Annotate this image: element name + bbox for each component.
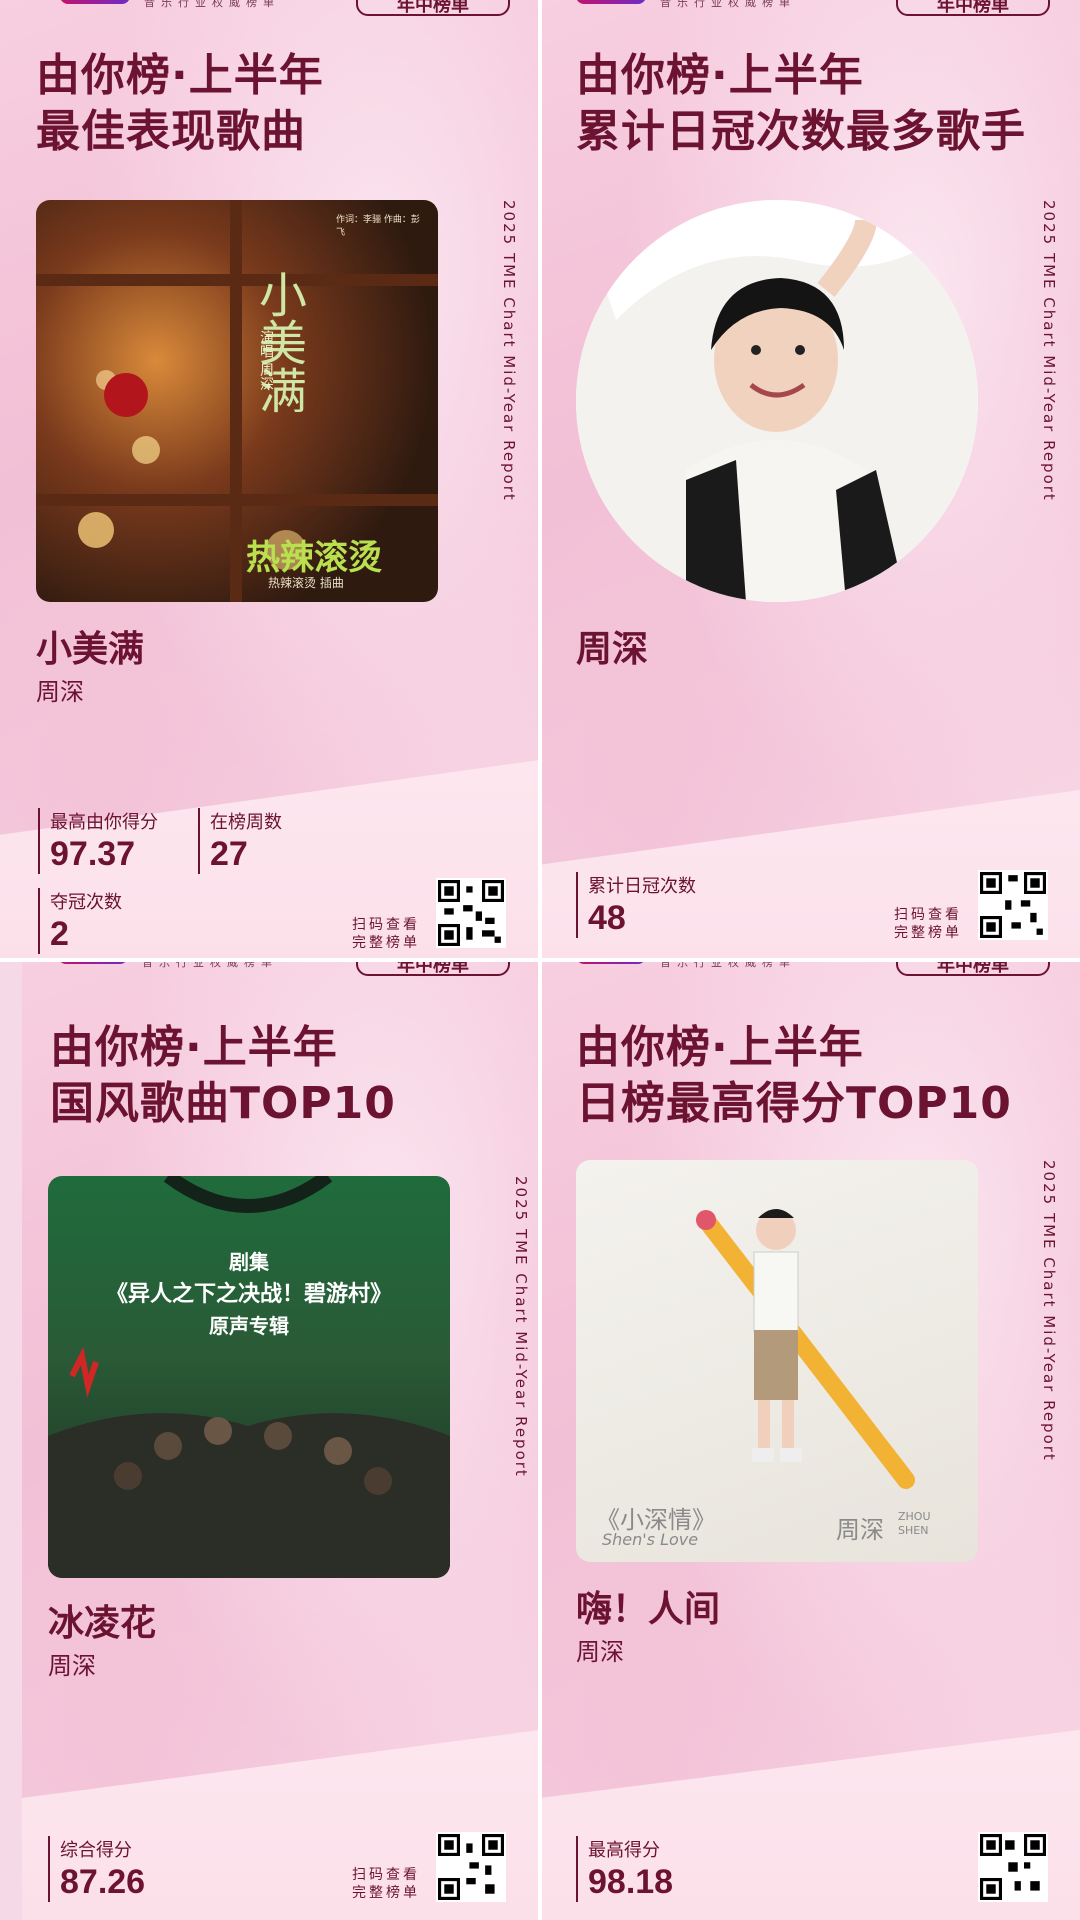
mid-year-tag: 年中榜单 bbox=[896, 960, 1050, 976]
art-film-title: 热辣滚烫 bbox=[246, 538, 382, 578]
scan-line-1: 扫码查看 bbox=[352, 917, 420, 933]
title-line-2: 国风歌曲TOP10 bbox=[50, 1078, 396, 1129]
chart-card-guofeng: 音乐行业权威榜单 年中榜单 由你榜·上半年 国风歌曲TOP10 2025 TME… bbox=[22, 960, 540, 1920]
song-title: 冰凌花 bbox=[48, 1603, 157, 1644]
mid-year-tag: 年中榜单 bbox=[356, 0, 510, 16]
qr-code[interactable] bbox=[436, 878, 506, 948]
stat-daily-wins: 累计日冠次数 48 bbox=[576, 872, 696, 938]
artist-name: 周深 bbox=[36, 678, 84, 706]
artist-photo bbox=[576, 200, 978, 602]
scan-hint: 扫码查看 完整榜单 bbox=[352, 916, 420, 952]
brand-logo: 音乐行业权威榜单 bbox=[60, 0, 280, 12]
album-artist-en: ZHOU SHEN bbox=[898, 1510, 931, 1537]
mid-year-tag: 年中榜单 bbox=[356, 960, 510, 976]
scan-line-1: 扫码查看 bbox=[352, 1867, 420, 1883]
album-cover: 剧集 《异人之下之决战！碧游村》 原声专辑 bbox=[48, 1176, 450, 1578]
stat-label: 在榜周数 bbox=[210, 812, 282, 833]
qr-code-icon bbox=[980, 1834, 1046, 1900]
logo-subtitle: 音乐行业权威榜单 bbox=[660, 0, 796, 9]
report-label: 2025 TME Chart Mid-Year Report bbox=[1040, 200, 1058, 502]
title-line-2: 累计日冠次数最多歌手 bbox=[576, 106, 1026, 157]
album-title-en: Shen's Love bbox=[602, 1530, 699, 1549]
stat-best-score: 最高由你得分 97.37 bbox=[38, 808, 158, 874]
stat-label: 累计日冠次数 bbox=[588, 876, 696, 897]
scan-line-1: 扫码查看 bbox=[894, 907, 962, 923]
qr-code[interactable] bbox=[978, 870, 1048, 940]
artist-portrait-icon bbox=[576, 200, 978, 602]
art-film-sub: 热辣滚烫 插曲 bbox=[268, 576, 344, 590]
logo-mark-icon bbox=[60, 0, 130, 4]
title-line-1: 由你榜·上半年 bbox=[36, 50, 324, 101]
stat-total-score: 综合得分 87.26 bbox=[48, 1836, 145, 1902]
art-line-2: 《异人之下之决战！碧游村》 bbox=[105, 1282, 392, 1307]
qr-code[interactable] bbox=[436, 1832, 506, 1902]
stat-label: 综合得分 bbox=[60, 1840, 132, 1861]
stat-label: 最高得分 bbox=[588, 1840, 660, 1861]
brand-logo: 音乐行业权威榜单 bbox=[576, 0, 796, 12]
stat-wins: 夺冠次数 2 bbox=[38, 888, 122, 954]
title-line-1: 由你榜·上半年 bbox=[50, 1022, 338, 1073]
card-title: 由你榜·上半年 日榜最高得分TOP10 bbox=[576, 1020, 1012, 1132]
scan-line-2: 完整榜单 bbox=[894, 925, 962, 941]
report-label: 2025 TME Chart Mid-Year Report bbox=[500, 200, 518, 502]
scan-hint: 扫码查看 完整榜单 bbox=[894, 906, 962, 942]
card-title: 由你榜·上半年 最佳表现歌曲 bbox=[36, 48, 324, 160]
art-line-1: 剧集 bbox=[229, 1250, 269, 1274]
stat-value: 27 bbox=[210, 835, 248, 873]
stat-value: 87.26 bbox=[60, 1863, 146, 1901]
scan-hint: 扫码查看 完整榜单 bbox=[352, 1866, 420, 1902]
stat-value: 2 bbox=[50, 915, 69, 953]
card-title: 由你榜·上半年 国风歌曲TOP10 bbox=[50, 1020, 396, 1132]
report-label: 2025 TME Chart Mid-Year Report bbox=[1040, 1160, 1058, 1462]
stat-value: 97.37 bbox=[50, 835, 136, 873]
title-line-2: 最佳表现歌曲 bbox=[36, 106, 306, 157]
stat-top-score: 最高得分 98.18 bbox=[576, 1836, 673, 1902]
art-composer: 作词：李骊 作曲：彭飞 bbox=[336, 215, 420, 238]
song-title: 小美满 bbox=[36, 629, 145, 670]
qr-code-icon bbox=[980, 872, 1046, 938]
horizontal-divider bbox=[0, 958, 1080, 962]
title-line-1: 由你榜·上半年 bbox=[576, 50, 864, 101]
mid-year-tag: 年中榜单 bbox=[896, 0, 1050, 16]
scan-line-2: 完整榜单 bbox=[352, 935, 420, 951]
artist-title: 周深 bbox=[576, 629, 649, 670]
logo-subtitle: 音乐行业权威榜单 bbox=[144, 0, 280, 9]
crowd-scene-icon bbox=[48, 1176, 450, 1578]
album-artist: 周深 bbox=[836, 1516, 884, 1544]
stat-label: 夺冠次数 bbox=[50, 892, 122, 913]
card-title: 由你榜·上半年 累计日冠次数最多歌手 bbox=[576, 48, 1026, 160]
art-credit: 演唱 周深 bbox=[258, 330, 274, 391]
title-line-1: 由你榜·上半年 bbox=[576, 1022, 864, 1073]
song-title: 嗨！人间 bbox=[576, 1589, 721, 1630]
artist-name: 周深 bbox=[576, 1638, 624, 1666]
album-cover: 《小深情》 Shen's Love 周深 ZHOU SHEN bbox=[576, 1160, 978, 1562]
qr-code-icon bbox=[438, 880, 504, 946]
art-title: 小美满 bbox=[250, 270, 306, 414]
stat-weeks: 在榜周数 27 bbox=[198, 808, 282, 874]
album-cover: 小美满 演唱 周深 作词：李骊 作曲：彭飞 热辣滚烫 热辣滚烫 插曲 bbox=[36, 200, 438, 602]
title-line-2: 日榜最高得分TOP10 bbox=[576, 1078, 1012, 1129]
scan-line-2: 完整榜单 bbox=[352, 1885, 420, 1901]
artist-name: 周深 bbox=[48, 1652, 96, 1680]
chart-card-top-artist: 音乐行业权威榜单 年中榜单 由你榜·上半年 累计日冠次数最多歌手 2025 TM… bbox=[540, 0, 1080, 960]
chart-card-best-song: 音乐行业权威榜单 年中榜单 由你榜·上半年 最佳表现歌曲 2025 TME Ch… bbox=[0, 0, 540, 960]
qr-code-icon bbox=[438, 1834, 504, 1900]
chart-card-daily-top: 音乐行业权威榜单 年中榜单 由你榜·上半年 日榜最高得分TOP10 2025 T… bbox=[540, 960, 1080, 1920]
art-line-3: 原声专辑 bbox=[209, 1314, 289, 1338]
logo-mark-icon bbox=[576, 0, 646, 4]
qr-code[interactable] bbox=[978, 1832, 1048, 1902]
stat-value: 98.18 bbox=[588, 1863, 674, 1901]
stat-value: 48 bbox=[588, 899, 626, 937]
report-label: 2025 TME Chart Mid-Year Report bbox=[512, 1176, 530, 1478]
stat-label: 最高由你得分 bbox=[50, 812, 158, 833]
